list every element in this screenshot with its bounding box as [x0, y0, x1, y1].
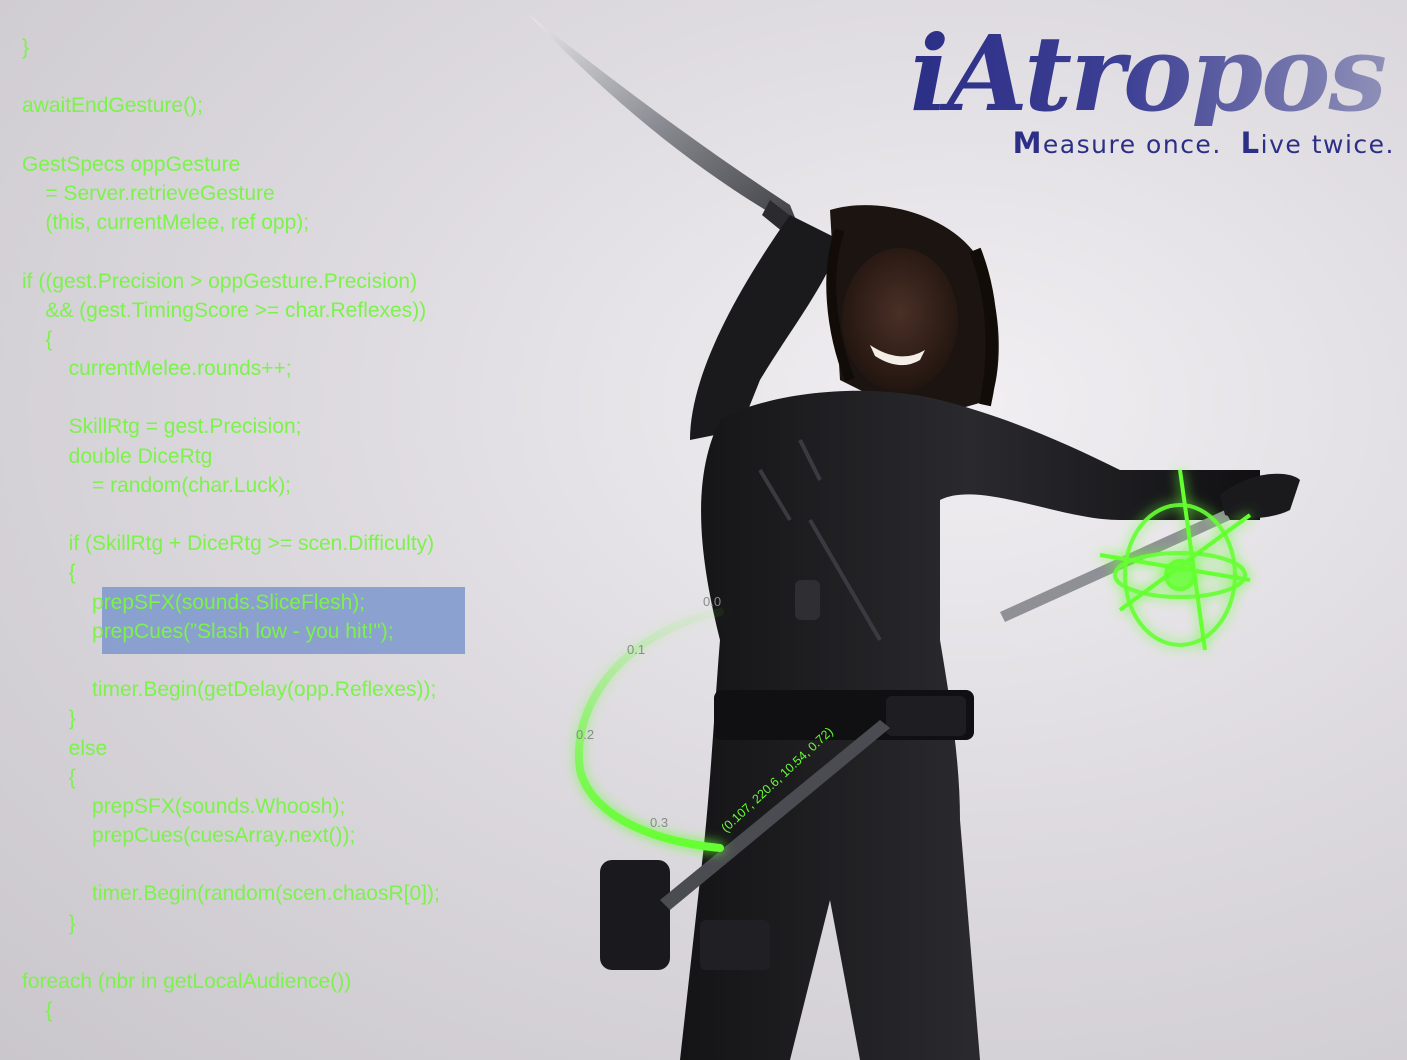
arc-label-3: 0.3 — [650, 815, 668, 830]
arc-label-0: 0.0 — [703, 594, 721, 609]
logo-tagline: Measure once. Live twice. — [1013, 126, 1395, 160]
gesture-arc — [574, 608, 724, 852]
tagline-part1: easure once. — [1042, 130, 1222, 159]
code-line: if (SkillRtg + DiceRtg >= scen.Difficult… — [22, 532, 435, 556]
code-line: { — [22, 327, 53, 351]
code-line: if ((gest.Precision > oppGesture.Precisi… — [22, 269, 418, 293]
code-line: (this, currentMelee, ref opp); — [22, 211, 310, 235]
code-line: { — [22, 561, 76, 585]
brand-logo: iAtropos Measure once. Live twice. — [910, 22, 1395, 162]
code-overlay: } awaitEndGesture(); GestSpecs oppGesture … — [22, 33, 440, 1025]
code-line: = Server.retrieveGesture — [22, 181, 275, 205]
code-line: currentMelee.rounds++; — [22, 357, 292, 381]
arc-label-1: 0.1 — [627, 642, 645, 657]
tagline-cap-l: L — [1240, 126, 1261, 160]
figure-body — [600, 390, 1260, 1060]
code-line: timer.Begin(getDelay(opp.Reflexes)); — [22, 678, 437, 702]
code-line: double DiceRtg — [22, 444, 213, 468]
code-line: } — [22, 911, 76, 935]
code-line: { — [22, 999, 53, 1023]
code-line: = random(char.Luck); — [22, 473, 292, 497]
code-line: timer.Begin(random(scen.chaosR[0]); — [22, 882, 440, 906]
tagline-part2: ive twice. — [1260, 130, 1395, 159]
code-line: } — [22, 707, 76, 731]
code-line: } — [22, 36, 30, 59]
code-line: { — [22, 765, 76, 789]
code-line: awaitEndGesture(); — [22, 94, 203, 118]
code-line: else — [22, 736, 108, 760]
tagline-cap-m: M — [1012, 126, 1043, 160]
code-line: SkillRtg = gest.Precision; — [22, 415, 302, 439]
code-line: && (gest.TimingScore >= char.Reflexes)) — [22, 298, 427, 322]
logo-wordmark: iAtropos — [909, 12, 1387, 135]
code-line: prepCues(cuesArray.next()); — [22, 824, 356, 848]
code-line: prepSFX(sounds.SliceFlesh); — [22, 590, 366, 614]
code-line: GestSpecs oppGesture — [22, 152, 241, 176]
arc-label-2: 0.2 — [576, 727, 594, 742]
code-line: prepCues(”Slash low - you hit!"); — [22, 619, 394, 643]
code-line: foreach (nbr in getLocalAudience()) — [22, 970, 352, 993]
code-line: prepSFX(sounds.Whoosh); — [22, 794, 346, 818]
figure-head — [826, 205, 999, 420]
